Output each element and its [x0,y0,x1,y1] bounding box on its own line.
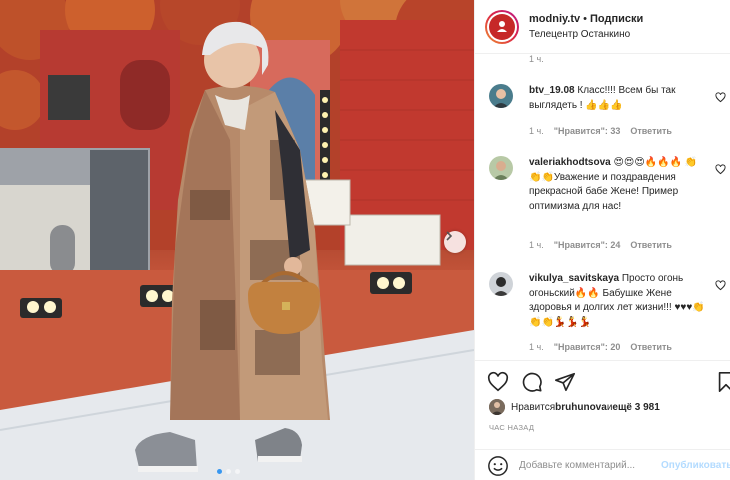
post-location[interactable]: Телецентр Останкино [529,27,643,43]
reply-button[interactable]: Ответить [630,240,672,250]
share-icon[interactable] [554,371,576,393]
author-avatar[interactable] [485,9,519,44]
commenter-avatar[interactable] [489,272,513,296]
header-separator: • [583,13,587,25]
carousel-dot [235,469,240,474]
likes-count[interactable]: ещё 3 981 [612,402,659,413]
post-side-panel: modniy.tv • Подписки Телецентр Останкино 1… [474,0,730,480]
bookmark-icon[interactable] [715,371,730,393]
carousel-dot [226,469,231,474]
comment-like-count[interactable]: "Нравится": 33 [554,126,621,136]
commenter-avatar[interactable] [489,84,513,108]
post-header: modniy.tv • Подписки Телецентр Останкино [475,0,730,54]
likes-prefix: Нравится [511,401,556,413]
runway-scene-illustration [0,0,474,480]
comment-meta: 1 ч. "Нравится": 20 Ответить [529,342,672,352]
comment-icon[interactable] [521,371,543,393]
comment-text: btv_19.08 Класс!!!! Всем бы так выглядет… [529,84,705,113]
comment-like-icon[interactable] [715,92,726,103]
comment-text: valeriakhodtsova 😍😍😍🔥🔥🔥 👏👏👏Уважение и по… [529,156,705,214]
comment-like-count[interactable]: "Нравится": 20 [554,342,621,352]
comment-timestamp: 1 ч. [529,54,544,64]
comment-username[interactable]: btv_19.08 [529,85,575,96]
comment-username[interactable]: valeriakhodtsova [529,157,611,168]
publish-button[interactable]: Опубликовать [661,460,730,471]
add-comment-bar: Опубликовать [475,449,730,480]
smile-icon[interactable] [487,455,509,477]
liker-username[interactable]: bruhunova [555,402,607,413]
comments-list[interactable]: 1 ч. btv_19.08 Класс!!!! Всем бы так выг… [475,54,730,360]
next-photo-button[interactable] [444,231,466,253]
following-button[interactable]: Подписки [590,13,643,25]
comment-meta: 1 ч. "Нравится": 33 Ответить [529,126,672,136]
comment-meta: 1 ч. "Нравится": 24 Ответить [529,240,672,250]
post-time: ЧАС НАЗАД [489,423,535,432]
comment-time: 1 ч. [529,240,544,250]
carousel-indicator [217,469,240,474]
post-photo[interactable] [0,0,474,480]
likes-summary[interactable]: Нравится bruhunova и ещё 3 981 [489,399,660,415]
comment-text: vikulya_savitskaya Просто огонь огоньски… [529,272,705,330]
commenter-avatar[interactable] [489,156,513,180]
reply-button[interactable]: Ответить [630,342,672,352]
reply-button[interactable]: Ответить [630,126,672,136]
comment-like-count[interactable]: "Нравится": 24 [554,240,621,250]
comment-time: 1 ч. [529,126,544,136]
chevron-right-icon [446,231,453,241]
carousel-dot-active [217,469,222,474]
heart-icon[interactable] [487,371,509,393]
author-username[interactable]: modniy.tv [529,13,580,25]
comment-like-icon[interactable] [715,280,726,291]
comment-input[interactable] [519,460,649,471]
brand-logo-icon [493,17,511,36]
liker-avatar [489,399,505,415]
comment-like-icon[interactable] [715,164,726,175]
post-actions: Нравится bruhunova и ещё 3 981 ЧАС НАЗАД… [475,360,730,480]
comment-time: 1 ч. [529,342,544,352]
comment-username[interactable]: vikulya_savitskaya [529,273,619,284]
